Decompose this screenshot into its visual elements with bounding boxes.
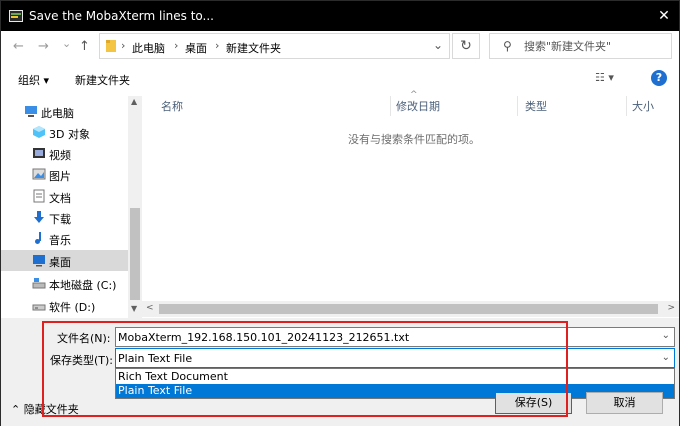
scrollbar-thumb[interactable] (130, 208, 140, 300)
nav-item-documents[interactable]: 文档 (1, 186, 128, 207)
column-headers: ^ 名称 修改日期 类型 大小 (144, 90, 679, 116)
music-icon (35, 232, 41, 244)
breadcrumb-separator-icon: › (121, 39, 126, 52)
breadcrumb-separator-icon: › (174, 39, 179, 52)
documents-icon (33, 189, 45, 203)
column-divider[interactable] (626, 96, 627, 116)
scroll-down-icon[interactable]: ▼ (131, 304, 137, 313)
file-list-horizontal-scrollbar[interactable]: < > (142, 301, 679, 317)
refresh-button[interactable]: ↻ (452, 33, 480, 59)
3d-objects-icon (33, 126, 45, 138)
scrollbar-thumb[interactable] (159, 304, 658, 314)
breadcrumb-desktop[interactable]: 桌面 (185, 40, 207, 56)
organize-menu[interactable]: 组织 ▾ (18, 72, 49, 88)
column-divider[interactable] (390, 96, 391, 116)
help-icon[interactable]: ? (651, 70, 667, 86)
filetype-selected-value: Plain Text File (118, 352, 193, 365)
scroll-left-icon[interactable]: < (146, 303, 154, 313)
save-button[interactable]: 保存(S) (495, 392, 572, 414)
scroll-right-icon[interactable]: > (667, 303, 675, 313)
column-name[interactable]: 名称 (161, 98, 183, 114)
save-dialog: Save the MobaXterm lines to... ✕ ← → ⌄ ↑… (0, 0, 680, 426)
folder-icon (106, 40, 116, 52)
nav-item-3d-objects[interactable]: 3D 对象 (1, 122, 128, 143)
chevron-down-icon[interactable]: ⌄ (433, 38, 443, 52)
title-bar: Save the MobaXterm lines to... ✕ (1, 1, 679, 31)
filetype-option-rich-text[interactable]: Rich Text Document (116, 370, 674, 384)
scroll-up-icon[interactable]: ▲ (131, 97, 137, 106)
nav-item-videos[interactable]: 视频 (1, 143, 128, 164)
chevron-up-icon: ⌃ (11, 403, 24, 416)
nav-pane-scrollbar[interactable]: ▲ ▼ (128, 96, 142, 318)
filename-input[interactable] (118, 330, 654, 345)
chevron-down-icon[interactable]: ⌄ (662, 330, 670, 341)
close-icon[interactable]: ✕ (655, 7, 673, 25)
empty-folder-message: 没有与搜索条件匹配的项。 (348, 133, 480, 146)
back-arrow-icon[interactable]: ← (13, 39, 24, 54)
address-bar[interactable]: › 此电脑 › 桌面 › 新建文件夹 ⌄ (99, 33, 450, 59)
chevron-down-icon[interactable]: ⌄ (662, 352, 670, 363)
nav-item-this-pc[interactable]: 此电脑 (1, 101, 128, 122)
computer-icon (25, 106, 37, 117)
filename-label: 文件名(N): (57, 332, 111, 345)
breadcrumb-new-folder[interactable]: 新建文件夹 (226, 40, 281, 56)
filetype-select[interactable]: Plain Text File ⌄ (115, 348, 675, 368)
view-options-icon[interactable]: ☷ ▾ (595, 71, 614, 84)
drive-icon (32, 304, 46, 311)
mobaxterm-app-icon (9, 10, 23, 22)
new-folder-button[interactable]: 新建文件夹 (75, 72, 130, 88)
refresh-icon: ↻ (460, 38, 472, 54)
nav-item-music[interactable]: 音乐 (1, 228, 128, 249)
cancel-button[interactable]: 取消 (586, 392, 663, 414)
recent-locations-icon[interactable]: ⌄ (62, 37, 71, 50)
local-disk-icon (32, 278, 46, 289)
search-input[interactable] (524, 38, 669, 55)
nav-item-drive-d[interactable]: 软件 (D:) (1, 295, 128, 316)
search-box[interactable]: ⚲ (489, 33, 672, 59)
filetype-label: 保存类型(T): (50, 354, 114, 367)
breadcrumb-this-pc[interactable]: 此电脑 (132, 40, 165, 56)
filename-field[interactable]: ⌄ (115, 327, 675, 347)
column-type[interactable]: 类型 (525, 98, 547, 114)
column-size[interactable]: 大小 (632, 98, 654, 114)
hide-folders-toggle[interactable]: ⌃ 隐藏文件夹 (11, 401, 79, 417)
column-date-modified[interactable]: 修改日期 (396, 98, 440, 114)
nav-item-local-disk-c[interactable]: 本地磁盘 (C:) (1, 273, 128, 294)
nav-item-pictures[interactable]: 图片 (1, 164, 128, 185)
search-icon: ⚲ (503, 39, 512, 53)
up-arrow-icon[interactable]: ↑ (79, 39, 90, 54)
download-icon (34, 211, 44, 223)
desktop-icon (33, 255, 45, 267)
forward-arrow-icon[interactable]: → (38, 39, 49, 54)
video-icon (33, 148, 45, 158)
nav-item-desktop[interactable]: 桌面 (1, 250, 128, 271)
breadcrumb-separator-icon: › (215, 39, 220, 52)
navigation-pane: 此电脑 3D 对象 视频 图片 文档 下载 音乐 桌面 本地磁盘 (C:) 软件… (1, 96, 142, 318)
nav-item-downloads[interactable]: 下载 (1, 207, 128, 228)
column-divider[interactable] (517, 96, 518, 116)
window-title: Save the MobaXterm lines to... (29, 9, 214, 23)
pictures-icon (32, 168, 46, 180)
